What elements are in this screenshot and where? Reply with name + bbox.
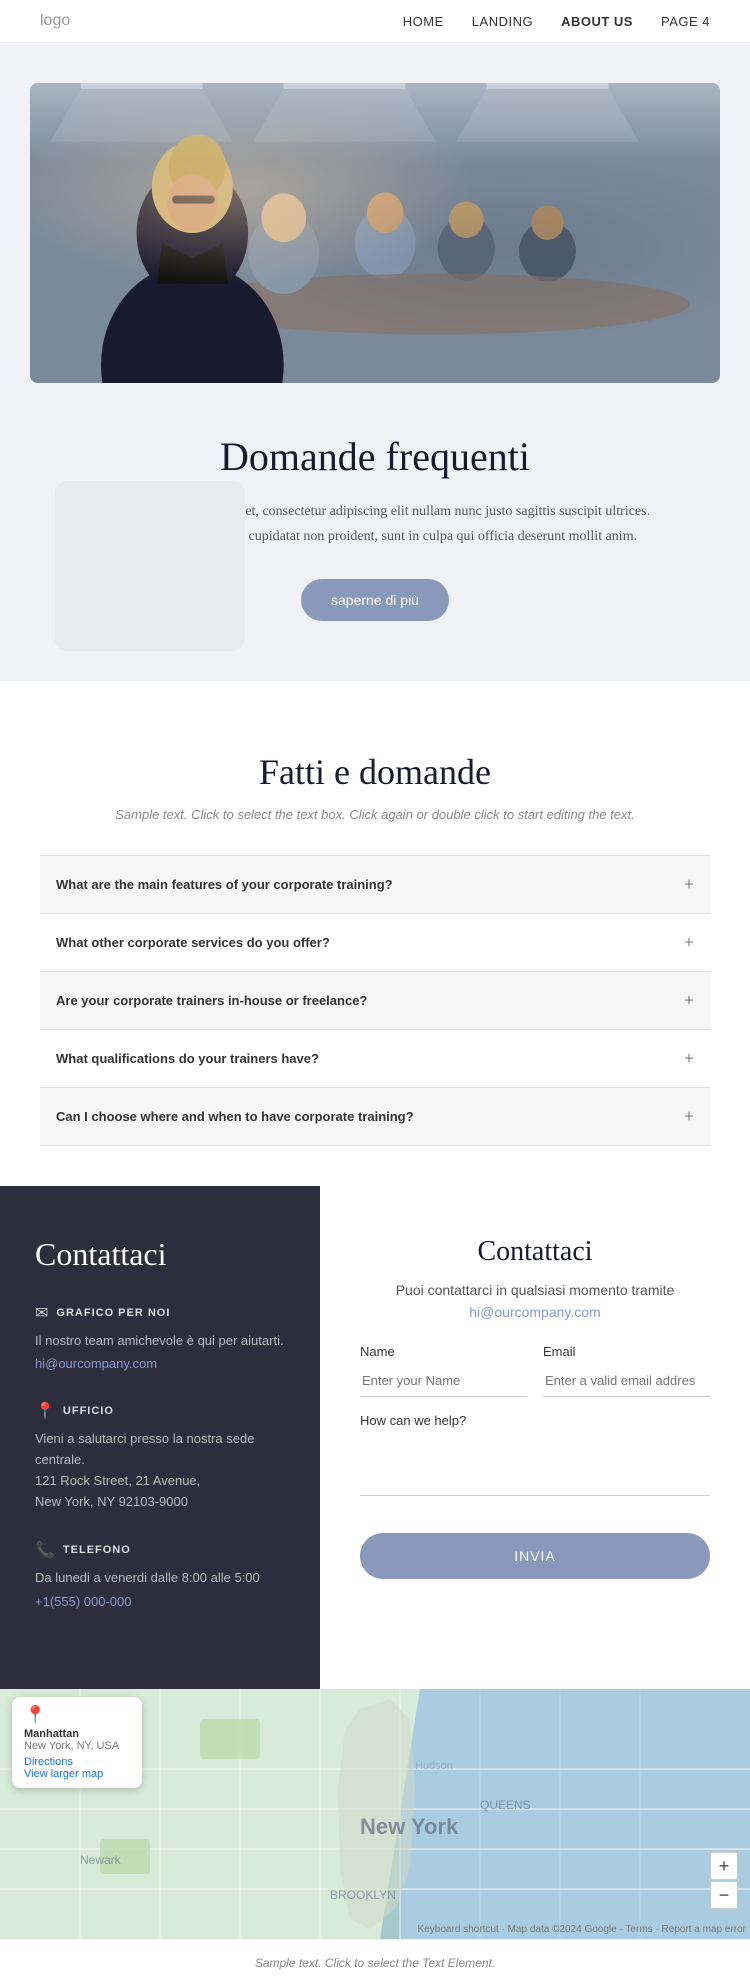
faq-plus-5: + — [684, 1106, 694, 1127]
nav-links: HOME LANDING ABOUT US PAGE 4 — [403, 14, 710, 29]
contact-phone-block: 📞 TELEFONO Da lunedi a venerdi dalle 8:0… — [35, 1540, 285, 1611]
faq-section: Fatti e domande Sample text. Click to se… — [0, 681, 750, 1186]
location-icon: 📍 — [35, 1401, 55, 1421]
contact-email-header: ✉ GRAFICO PER NOI — [35, 1303, 285, 1323]
contact-office-text: Vieni a salutarci presso la nostra sede … — [35, 1429, 285, 1512]
map-location-name: Manhattan — [24, 1728, 130, 1740]
form-name-field: Name — [360, 1344, 527, 1397]
faq-question-3: Are your corporate trainers in-house or … — [56, 993, 367, 1008]
email-icon: ✉ — [35, 1303, 48, 1323]
map-attribution: Keyboard shortcut · Map data ©2024 Googl… — [418, 1924, 746, 1935]
svg-text:QUEENS: QUEENS — [480, 1798, 531, 1812]
contact-phone-title: TELEFONO — [63, 1544, 131, 1556]
contact-phone-header: 📞 TELEFONO — [35, 1540, 285, 1560]
contact-email-link[interactable]: hi@ourcompany.com — [35, 1356, 157, 1371]
faq-question-4: What qualifications do your trainers hav… — [56, 1051, 319, 1066]
contact-left-panel: Contattaci ✉ GRAFICO PER NOI Il nostro t… — [0, 1186, 320, 1690]
faq-subtitle: Sample text. Click to select the text bo… — [40, 805, 710, 825]
contact-section: Contattaci ✉ GRAFICO PER NOI Il nostro t… — [0, 1186, 750, 1690]
faq-plus-4: + — [684, 1048, 694, 1069]
faq-plus-3: + — [684, 990, 694, 1011]
map-location-sub: New York, NY, USA — [24, 1740, 130, 1752]
form-name-label: Name — [360, 1344, 527, 1359]
phone-icon: 📞 — [35, 1540, 55, 1560]
hero-photo-svg — [30, 83, 720, 383]
contact-right-email[interactable]: hi@ourcompany.com — [360, 1304, 710, 1320]
contact-email-title: GRAFICO PER NOI — [56, 1307, 170, 1319]
contact-office-title: UFFICIO — [63, 1405, 114, 1417]
svg-text:Newark: Newark — [80, 1853, 122, 1867]
nav-link-page4[interactable]: PAGE 4 — [661, 14, 710, 29]
map-controls: + − — [710, 1852, 738, 1909]
form-name-email-row: Name Email — [360, 1344, 710, 1397]
contact-right-title: Contattaci — [360, 1236, 710, 1268]
footer-text: Sample text. Click to select the Text El… — [40, 1956, 710, 1970]
nav-link-home[interactable]: HOME — [403, 14, 444, 29]
contact-phone-link[interactable]: +1(555) 000-000 — [35, 1594, 132, 1609]
hero-cta-button[interactable]: saperne di più — [301, 579, 449, 621]
faq-item-4[interactable]: What qualifications do your trainers hav… — [40, 1030, 710, 1088]
contact-email-block: ✉ GRAFICO PER NOI Il nostro team amichev… — [35, 1303, 285, 1374]
contact-right-subtitle: Puoi contattarci in qualsiasi momento tr… — [360, 1282, 710, 1298]
map-directions-link[interactable]: Directions — [24, 1756, 73, 1768]
faq-item-2[interactable]: What other corporate services do you off… — [40, 914, 710, 972]
map-section: New York BROOKLYN QUEENS Newark Hudson 📍… — [0, 1689, 750, 1939]
faq-item-5[interactable]: Can I choose where and when to have corp… — [40, 1088, 710, 1146]
svg-text:Hudson: Hudson — [415, 1760, 453, 1772]
faq-title: Fatti e domande — [40, 751, 710, 793]
hero-section: Domande frequenti Lorem ipsum dolor sit … — [0, 43, 750, 681]
faq-question-5: Can I choose where and when to have corp… — [56, 1109, 414, 1124]
faq-item-3[interactable]: Are your corporate trainers in-house or … — [40, 972, 710, 1030]
map-view-larger[interactable]: View larger map — [24, 1768, 103, 1780]
form-message-input[interactable] — [360, 1436, 710, 1496]
faq-list: What are the main features of your corpo… — [40, 855, 710, 1146]
svg-text:New York: New York — [360, 1814, 459, 1839]
faq-question-2: What other corporate services do you off… — [56, 935, 330, 950]
footer: Sample text. Click to select the Text El… — [0, 1939, 750, 1986]
contact-email-text: Il nostro team amichevole è qui per aiut… — [35, 1331, 285, 1352]
logo: logo — [40, 12, 70, 30]
nav-link-about[interactable]: ABOUT US — [561, 14, 633, 29]
faq-question-1: What are the main features of your corpo… — [56, 877, 393, 892]
contact-left-title: Contattaci — [35, 1236, 285, 1273]
navbar: logo HOME LANDING ABOUT US PAGE 4 — [0, 0, 750, 43]
map-pin-popup: 📍 Manhattan New York, NY, USA Directions… — [12, 1697, 142, 1788]
hero-card-overlay — [55, 481, 245, 651]
map-zoom-out[interactable]: − — [710, 1881, 738, 1909]
contact-phone-text: Da lunedi a venerdi dalle 8:00 alle 5:00 — [35, 1568, 285, 1589]
faq-plus-1: + — [684, 874, 694, 895]
map-zoom-in[interactable]: + — [710, 1852, 738, 1880]
map-background: New York BROOKLYN QUEENS Newark Hudson 📍… — [0, 1689, 750, 1939]
contact-form: Name Email How can we help? INVIA — [360, 1344, 710, 1579]
faq-item-1[interactable]: What are the main features of your corpo… — [40, 856, 710, 914]
svg-text:BROOKLYN: BROOKLYN — [330, 1888, 396, 1902]
form-email-label: Email — [543, 1344, 710, 1359]
hero-title: Domande frequenti — [70, 433, 680, 480]
faq-plus-2: + — [684, 932, 694, 953]
contact-office-block: 📍 UFFICIO Vieni a salutarci presso la no… — [35, 1401, 285, 1512]
hero-inner: Domande frequenti Lorem ipsum dolor sit … — [30, 83, 720, 621]
form-message-field: How can we help? — [360, 1413, 710, 1501]
form-name-input[interactable] — [360, 1365, 527, 1397]
hero-photo — [30, 83, 720, 383]
map-pin-icon: 📍 — [24, 1705, 130, 1726]
form-email-input[interactable] — [543, 1365, 710, 1397]
form-message-label: How can we help? — [360, 1413, 710, 1428]
nav-link-landing[interactable]: LANDING — [472, 14, 533, 29]
form-submit-button[interactable]: INVIA — [360, 1533, 710, 1579]
contact-right-panel: Contattaci Puoi contattarci in qualsiasi… — [320, 1186, 750, 1690]
form-email-field: Email — [543, 1344, 710, 1397]
contact-office-header: 📍 UFFICIO — [35, 1401, 285, 1421]
